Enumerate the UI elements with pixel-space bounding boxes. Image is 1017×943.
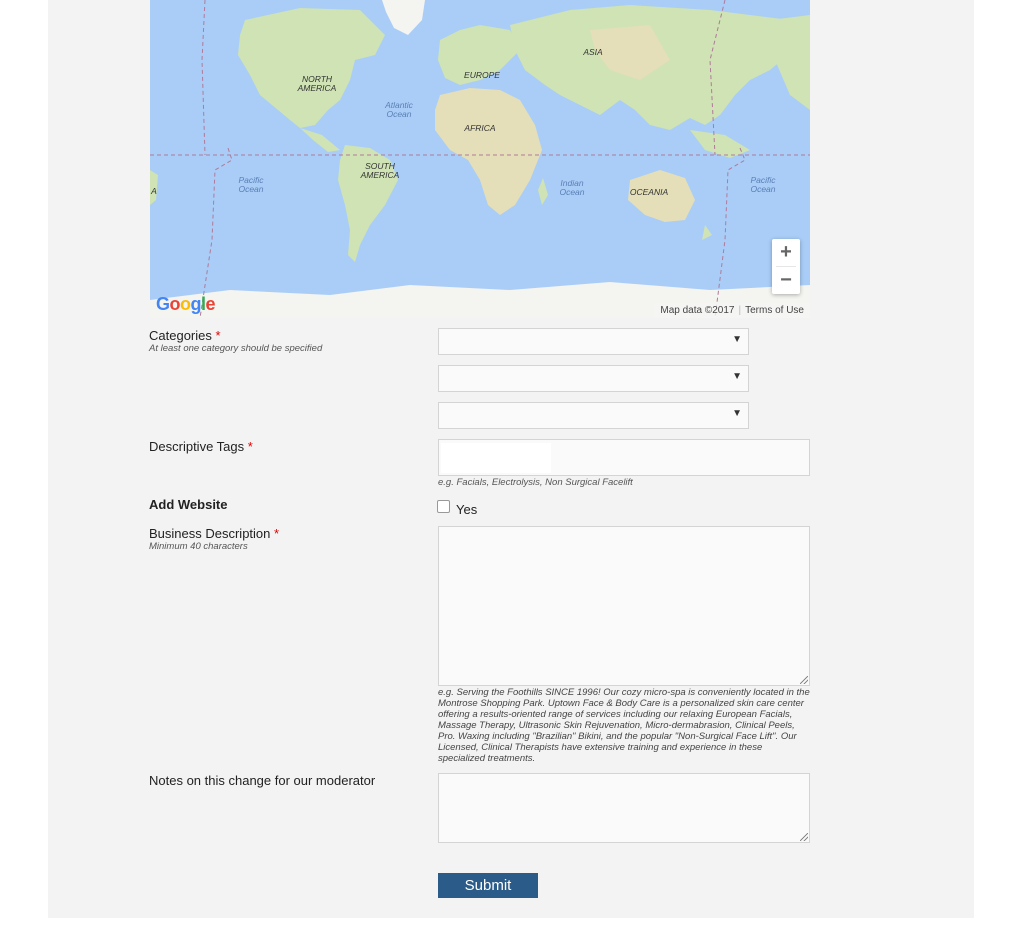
description-label-text: Business Description bbox=[149, 526, 271, 541]
map-label-oceania: OCEANIA bbox=[629, 187, 669, 197]
category-select-1[interactable]: ▼ bbox=[438, 328, 749, 355]
map-label-pacific-ocean-right: Pacific Ocean bbox=[750, 175, 776, 194]
tags-input-field[interactable] bbox=[441, 443, 551, 473]
add-website-label: Add Website bbox=[149, 497, 228, 512]
description-hint: Minimum 40 characters bbox=[149, 541, 248, 552]
map-zoom-control: + − bbox=[772, 239, 800, 294]
map-canvas bbox=[150, 0, 810, 318]
map-data-text: Map data ©2017 bbox=[660, 305, 735, 316]
map-label-pacific-ocean-left: Pacific Ocean bbox=[238, 175, 264, 194]
zoom-in-button[interactable]: + bbox=[772, 239, 800, 266]
category-select-2[interactable]: ▼ bbox=[438, 365, 749, 392]
google-logo[interactable]: Google bbox=[156, 294, 216, 315]
description-example: e.g. Serving the Foothills SINCE 1996! O… bbox=[438, 687, 810, 764]
tags-label-text: Descriptive Tags bbox=[149, 439, 245, 454]
map-label-europe: EUROPE bbox=[464, 70, 500, 80]
zoom-out-button[interactable]: − bbox=[772, 267, 800, 294]
resize-handle-icon[interactable] bbox=[800, 833, 808, 841]
map[interactable]: NORTH AMERICA SOUTH AMERICA EUROPE AFRIC… bbox=[150, 0, 810, 318]
map-attribution: Map data ©2017 | Terms of Use bbox=[654, 303, 810, 318]
map-label-africa: AFRICA bbox=[464, 123, 496, 133]
website-checkbox[interactable] bbox=[437, 500, 450, 513]
map-label-asia: ASIA bbox=[583, 47, 603, 57]
categories-label-text: Categories bbox=[149, 328, 212, 343]
category-select-3[interactable]: ▼ bbox=[438, 402, 749, 429]
tags-input[interactable] bbox=[438, 439, 810, 476]
categories-label: Categories * bbox=[149, 328, 221, 343]
notes-label: Notes on this change for our moderator bbox=[149, 773, 376, 788]
map-label-atlantic-ocean: Atlantic Ocean bbox=[385, 100, 413, 119]
required-marker: * bbox=[274, 526, 280, 541]
map-label-north-america: NORTH AMERICA bbox=[297, 74, 337, 93]
resize-handle-icon[interactable] bbox=[800, 676, 808, 684]
categories-hint: At least one category should be specifie… bbox=[149, 343, 323, 354]
tags-label: Descriptive Tags * bbox=[149, 439, 253, 454]
map-label-edge: A bbox=[151, 186, 157, 196]
map-label-indian-ocean: Indian Ocean bbox=[559, 178, 585, 197]
notes-textarea[interactable] bbox=[438, 773, 810, 843]
dropdown-arrow-icon: ▼ bbox=[732, 334, 742, 345]
website-checkbox-label[interactable]: Yes bbox=[456, 502, 477, 517]
dropdown-arrow-icon: ▼ bbox=[732, 371, 742, 382]
description-textarea[interactable] bbox=[438, 526, 810, 686]
terms-of-use-link[interactable]: Terms of Use bbox=[745, 305, 804, 316]
dropdown-arrow-icon: ▼ bbox=[732, 408, 742, 419]
description-label: Business Description * bbox=[149, 526, 279, 541]
required-marker: * bbox=[247, 439, 253, 454]
tags-hint: e.g. Facials, Electrolysis, Non Surgical… bbox=[438, 477, 633, 488]
submit-button[interactable]: Submit bbox=[438, 873, 538, 898]
map-label-south-america: SOUTH AMERICA bbox=[360, 161, 400, 180]
required-marker: * bbox=[215, 328, 221, 343]
